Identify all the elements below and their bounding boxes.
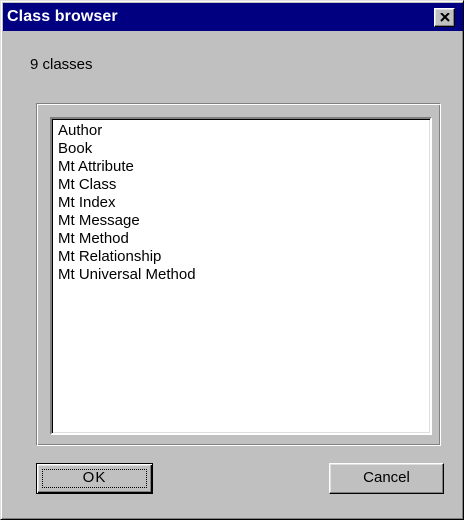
close-icon bbox=[440, 13, 450, 22]
list-item[interactable]: Mt Message bbox=[58, 212, 430, 230]
list-item[interactable]: Mt Index bbox=[58, 194, 430, 212]
class-count-label: 9 classes bbox=[30, 56, 93, 73]
list-item[interactable]: Mt Attribute bbox=[58, 158, 430, 176]
list-item[interactable]: Book bbox=[58, 140, 430, 158]
ok-button-label: OK bbox=[82, 469, 107, 486]
title-bar[interactable]: Class browser bbox=[3, 3, 463, 31]
list-item[interactable]: Mt Method bbox=[58, 230, 430, 248]
window-title: Class browser bbox=[7, 8, 118, 25]
class-browser-dialog: Class browser 9 classes Author Book Mt A… bbox=[0, 0, 464, 520]
list-item[interactable]: Mt Relationship bbox=[58, 248, 430, 266]
close-button[interactable] bbox=[434, 8, 455, 27]
cancel-button-label: Cancel bbox=[363, 469, 410, 486]
ok-button[interactable]: OK bbox=[36, 463, 153, 494]
class-list: Author Book Mt Attribute Mt Class Mt Ind… bbox=[52, 119, 430, 284]
list-item[interactable]: Author bbox=[58, 122, 430, 140]
class-listbox[interactable]: Author Book Mt Attribute Mt Class Mt Ind… bbox=[50, 117, 432, 435]
cancel-button[interactable]: Cancel bbox=[329, 463, 444, 494]
list-item[interactable]: Mt Universal Method bbox=[58, 266, 430, 284]
list-item[interactable]: Mt Class bbox=[58, 176, 430, 194]
